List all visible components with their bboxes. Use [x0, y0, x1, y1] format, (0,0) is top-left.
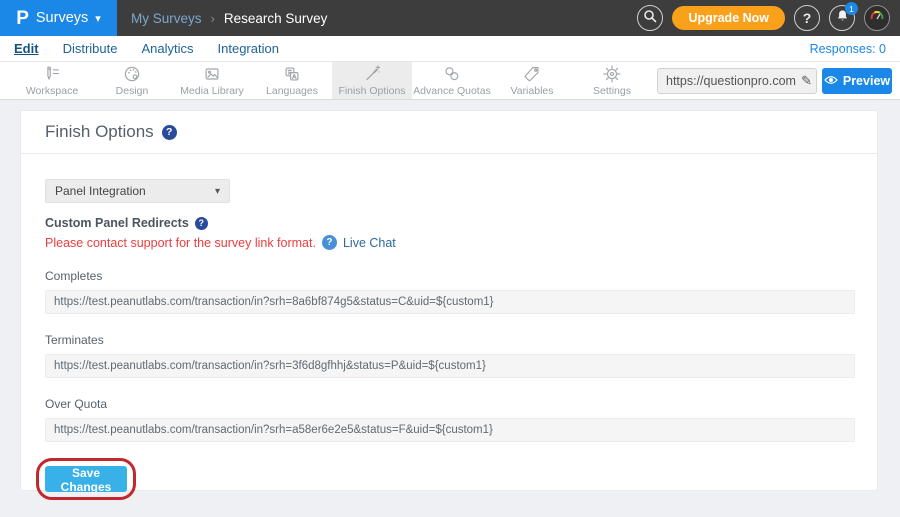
chevron-down-icon: ▾: [95, 12, 101, 25]
over-quota-label: Over Quota: [45, 397, 853, 411]
toolbar-item-variables[interactable]: Variables: [492, 62, 572, 99]
finish-options-panel: Finish Options ? Panel Integration ▾ Cus…: [20, 110, 878, 491]
completes-label: Completes: [45, 269, 853, 283]
completes-field-group: Completes: [45, 269, 853, 314]
surveys-product-menu[interactable]: P Surveys ▾: [0, 0, 117, 36]
user-avatar[interactable]: [864, 5, 890, 31]
page-title: Finish Options: [45, 122, 154, 142]
live-chat-label: Live Chat: [343, 236, 396, 250]
terminates-url-input[interactable]: [45, 354, 855, 378]
toolbar-item-design[interactable]: Design: [92, 62, 172, 99]
toolbar-label: Finish Options: [338, 85, 405, 97]
live-chat-help-icon: ?: [322, 235, 337, 250]
over-quota-url-input[interactable]: [45, 418, 855, 442]
survey-url-input[interactable]: [657, 68, 817, 94]
app-root: P Surveys ▾ My Surveys › Research Survey…: [0, 0, 900, 517]
toolbar-label: Settings: [593, 85, 631, 97]
image-icon: [202, 64, 222, 84]
toolbar-label: Variables: [511, 85, 554, 97]
upgrade-now-button[interactable]: Upgrade Now: [672, 6, 785, 30]
panel-type-selected-value: Panel Integration: [55, 184, 146, 198]
responses-count[interactable]: Responses: 0: [810, 42, 900, 56]
support-notice-text: Please contact support for the survey li…: [45, 236, 316, 250]
questionpro-logo-icon: P: [16, 9, 29, 28]
toolbar-label: Workspace: [26, 85, 78, 97]
top-bar: P Surveys ▾ My Surveys › Research Survey…: [0, 0, 900, 36]
terminates-field-group: Terminates: [45, 333, 853, 378]
workspace-icon: [42, 64, 62, 84]
notification-count-badge: 1: [845, 2, 858, 15]
edit-toolbar: Workspace Design Media Library Languages: [0, 62, 900, 100]
live-chat-link[interactable]: ? Live Chat: [322, 235, 396, 250]
toolbar-item-advance-quotas[interactable]: Advance Quotas: [412, 62, 492, 99]
question-mark-icon: ?: [803, 10, 812, 26]
toolbar-item-workspace[interactable]: Workspace: [12, 62, 92, 99]
toolbar-item-settings[interactable]: Settings: [572, 62, 652, 99]
terminates-label: Terminates: [45, 333, 853, 347]
completes-url-input[interactable]: [45, 290, 855, 314]
save-area: Save Changes: [45, 466, 127, 492]
support-notice-row: Please contact support for the survey li…: [45, 235, 853, 250]
toolbar-item-languages[interactable]: Languages: [252, 62, 332, 99]
toolbar-label: Languages: [266, 85, 318, 97]
topbar-actions: Upgrade Now ? 1: [637, 5, 900, 31]
finish-options-help-icon[interactable]: ?: [162, 125, 177, 140]
toolbar-label: Design: [116, 85, 149, 97]
tab-analytics[interactable]: Analytics: [141, 41, 193, 56]
nav-tabs: Edit Distribute Analytics Integration: [0, 41, 279, 56]
search-button[interactable]: [637, 5, 663, 31]
save-changes-button[interactable]: Save Changes: [45, 466, 127, 492]
panel-header: Finish Options ?: [21, 111, 877, 154]
tab-edit[interactable]: Edit: [14, 41, 39, 56]
gauge-avatar-icon: [868, 7, 886, 30]
panel-body: Panel Integration ▾ Custom Panel Redirec…: [21, 154, 877, 492]
over-quota-field-group: Over Quota: [45, 397, 853, 442]
help-button[interactable]: ?: [794, 5, 820, 31]
eye-icon: [824, 74, 838, 88]
palette-icon: [122, 64, 142, 84]
notifications-button[interactable]: 1: [829, 5, 855, 31]
survey-nav-row: Edit Distribute Analytics Integration Re…: [0, 36, 900, 62]
tab-integration[interactable]: Integration: [218, 41, 279, 56]
preview-button-label: Preview: [843, 74, 890, 88]
select-caret-icon: ▾: [215, 186, 220, 197]
toolbar-label: Advance Quotas: [413, 85, 491, 97]
chain-link-icon: [442, 64, 462, 84]
product-menu-label: Surveys: [36, 10, 88, 26]
custom-panel-redirects-label: Custom Panel Redirects: [45, 216, 189, 230]
tab-distribute[interactable]: Distribute: [63, 41, 118, 56]
survey-url-field-wrap: ✎: [657, 68, 817, 94]
translate-icon: [282, 64, 302, 84]
toolbar-item-media-library[interactable]: Media Library: [172, 62, 252, 99]
breadcrumb-my-surveys-link[interactable]: My Surveys: [131, 11, 202, 26]
custom-panel-redirects-help-icon[interactable]: ?: [195, 217, 208, 230]
preview-button[interactable]: Preview: [822, 68, 892, 94]
panel-type-select[interactable]: Panel Integration ▾: [45, 179, 230, 203]
edit-url-pencil-icon[interactable]: ✎: [801, 73, 812, 89]
search-icon: [643, 9, 657, 28]
toolbar-item-finish-options[interactable]: Finish Options: [332, 62, 412, 99]
custom-panel-redirects-row: Custom Panel Redirects ?: [45, 216, 853, 230]
breadcrumb-current-survey: Research Survey: [224, 11, 328, 26]
breadcrumb: My Surveys › Research Survey: [131, 11, 327, 26]
tag-icon: [522, 64, 542, 84]
gear-icon: [602, 64, 622, 84]
breadcrumb-separator: ›: [211, 11, 215, 26]
toolbar-label: Media Library: [180, 85, 244, 97]
magic-wand-icon: [362, 64, 382, 84]
